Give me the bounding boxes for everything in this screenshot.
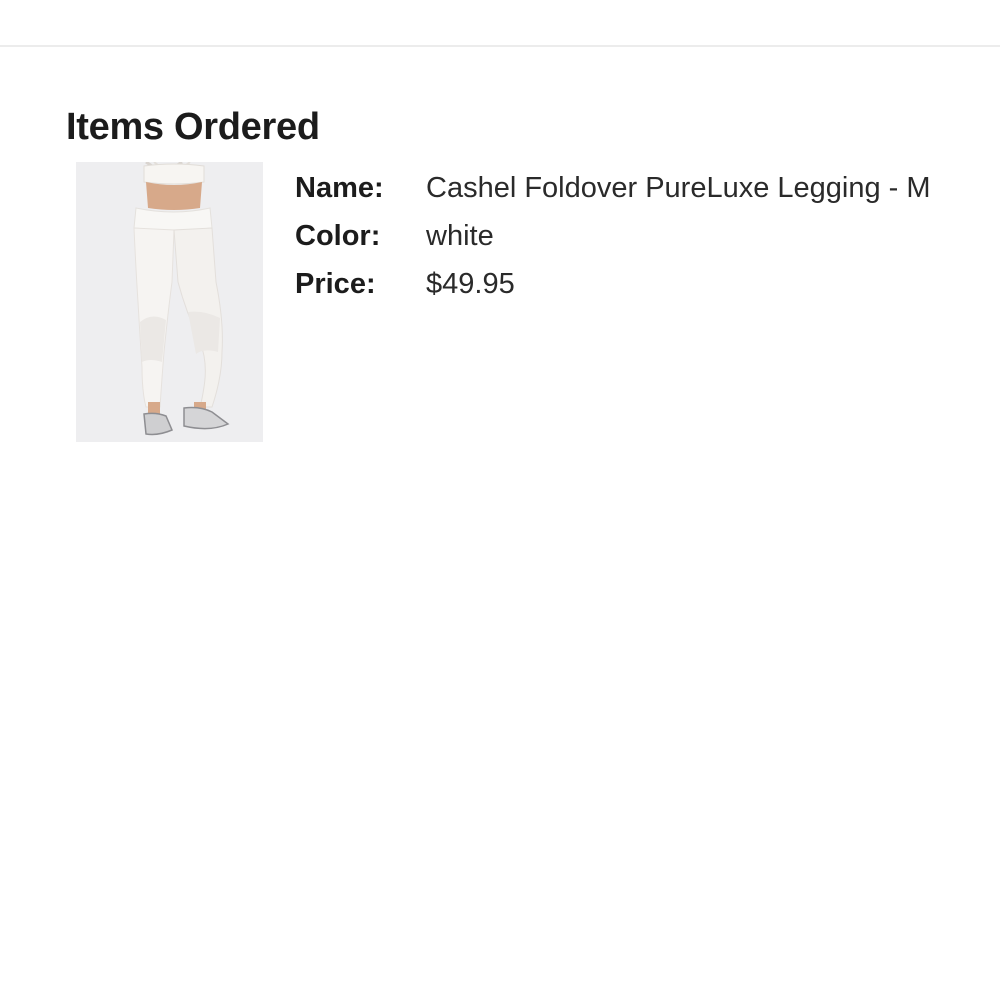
- item-details: Name: Cashel Foldover PureLuxe Legging -…: [295, 168, 955, 312]
- header-divider: [0, 45, 1000, 47]
- price-label: Price:: [295, 268, 376, 300]
- color-row: Color: white: [295, 216, 955, 256]
- name-label: Name:: [295, 172, 384, 204]
- product-image[interactable]: [76, 162, 263, 442]
- name-value: Cashel Foldover PureLuxe Legging - M: [426, 172, 931, 204]
- product-photo-leggings-icon: [76, 162, 263, 442]
- ordered-item: Name: Cashel Foldover PureLuxe Legging -…: [76, 162, 956, 442]
- price-value: $49.95: [426, 268, 515, 300]
- name-row: Name: Cashel Foldover PureLuxe Legging -…: [295, 168, 955, 208]
- items-ordered-heading: Items Ordered: [66, 106, 320, 148]
- color-label: Color:: [295, 220, 381, 252]
- order-page: Items Ordered Name: Cashel Foldover Pure…: [0, 0, 1000, 1000]
- price-row: Price: $49.95: [295, 264, 955, 304]
- color-value: white: [426, 220, 494, 252]
